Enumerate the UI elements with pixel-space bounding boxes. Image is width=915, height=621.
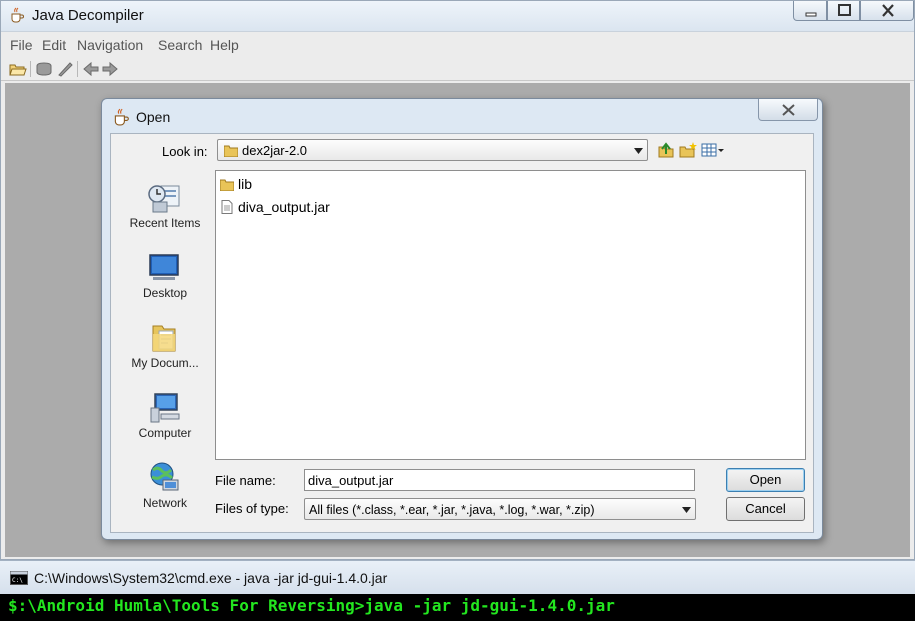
java-cup-icon	[114, 108, 129, 126]
menu-file[interactable]: File	[10, 37, 33, 53]
toolbar	[1, 57, 914, 81]
minimize-button[interactable]	[793, 1, 827, 21]
close-icon	[782, 104, 795, 116]
console-icon: C:\	[10, 571, 28, 585]
menu-navigation[interactable]: Navigation	[77, 37, 143, 53]
file-icon	[221, 200, 233, 214]
place-computer[interactable]: Computer	[123, 390, 207, 456]
svg-text:C:\: C:\	[12, 577, 23, 584]
chevron-down-icon	[682, 507, 691, 513]
java-cup-icon	[11, 7, 24, 23]
place-label: Recent Items	[129, 216, 201, 230]
open-button[interactable]: Open	[726, 468, 805, 492]
toolbar-separator	[77, 61, 78, 77]
cmd-title-bar[interactable]: C:\ C:\Windows\System32\cmd.exe - java -…	[0, 560, 915, 594]
up-folder-icon[interactable]	[657, 141, 675, 159]
dialog-body: Look in: dex2jar-2.0 Recent Items Deskto…	[110, 133, 814, 533]
new-folder-icon[interactable]	[679, 141, 697, 159]
toolbar-separator	[30, 61, 31, 77]
file-name: lib	[238, 176, 253, 192]
cmd-window: C:\ C:\Windows\System32\cmd.exe - java -…	[0, 560, 915, 621]
open-dialog: Open Look in: dex2jar-2.0 Recent Items D…	[101, 98, 823, 540]
documents-icon	[152, 325, 176, 352]
cancel-button[interactable]: Cancel	[726, 497, 805, 521]
view-menu-icon[interactable]	[701, 141, 725, 159]
place-label: Network	[142, 496, 187, 510]
chevron-down-icon	[634, 148, 643, 154]
place-my-documents[interactable]: My Docum...	[123, 320, 207, 386]
menu-bar: File Edit Navigation Search Help	[1, 31, 914, 57]
recent-items-icon	[148, 185, 180, 213]
close-button[interactable]	[860, 1, 914, 21]
file-name-label: File name:	[215, 473, 276, 488]
dialog-title: Open	[136, 109, 171, 125]
console-output[interactable]: $:\Android Humla\Tools For Reversing>jav…	[0, 594, 915, 621]
look-in-dropdown[interactable]: dex2jar-2.0	[217, 139, 648, 161]
file-name: diva_output.jar	[238, 199, 330, 215]
title-bar[interactable]: Java Decompiler	[1, 1, 914, 31]
forward-icon[interactable]	[101, 60, 119, 78]
file-list[interactable]: lib diva_output.jar	[215, 170, 806, 460]
maximize-icon	[838, 4, 851, 16]
place-network[interactable]: Network	[123, 460, 207, 526]
dialog-close-button[interactable]	[758, 99, 818, 121]
file-name-field[interactable]	[304, 469, 695, 491]
place-label: My Docum...	[131, 356, 199, 370]
back-icon[interactable]	[82, 60, 100, 78]
place-label: Computer	[138, 426, 192, 440]
file-type-value: All files (*.class, *.ear, *.jar, *.java…	[309, 503, 595, 517]
minimize-icon	[805, 12, 817, 17]
look-in-value: dex2jar-2.0	[242, 143, 308, 158]
file-type-label: Files of type:	[215, 501, 289, 516]
menu-help[interactable]: Help	[210, 37, 239, 53]
network-icon	[150, 462, 179, 491]
look-in-label: Look in:	[162, 144, 208, 159]
search-icon[interactable]	[56, 60, 74, 78]
place-recent-items[interactable]: Recent Items	[123, 180, 207, 246]
open-file-icon[interactable]	[9, 60, 27, 78]
open-type-icon[interactable]	[35, 60, 53, 78]
close-icon	[882, 4, 894, 17]
desktop-icon	[149, 254, 179, 280]
folder-icon	[220, 179, 234, 191]
console-line: $:\Android Humla\Tools For Reversing>jav…	[8, 596, 615, 615]
file-type-dropdown[interactable]: All files (*.class, *.ear, *.jar, *.java…	[304, 498, 696, 520]
computer-icon	[150, 393, 180, 423]
window-title: Java Decompiler	[32, 7, 144, 24]
place-label: Desktop	[142, 286, 188, 300]
menu-edit[interactable]: Edit	[42, 37, 66, 53]
places-bar: Recent Items Desktop My Docum... Compute…	[123, 168, 207, 514]
cmd-title: C:\Windows\System32\cmd.exe - java -jar …	[34, 570, 388, 586]
maximize-button[interactable]	[827, 1, 860, 21]
folder-icon	[224, 145, 238, 157]
place-desktop[interactable]: Desktop	[123, 250, 207, 316]
menu-search[interactable]: Search	[158, 37, 202, 53]
